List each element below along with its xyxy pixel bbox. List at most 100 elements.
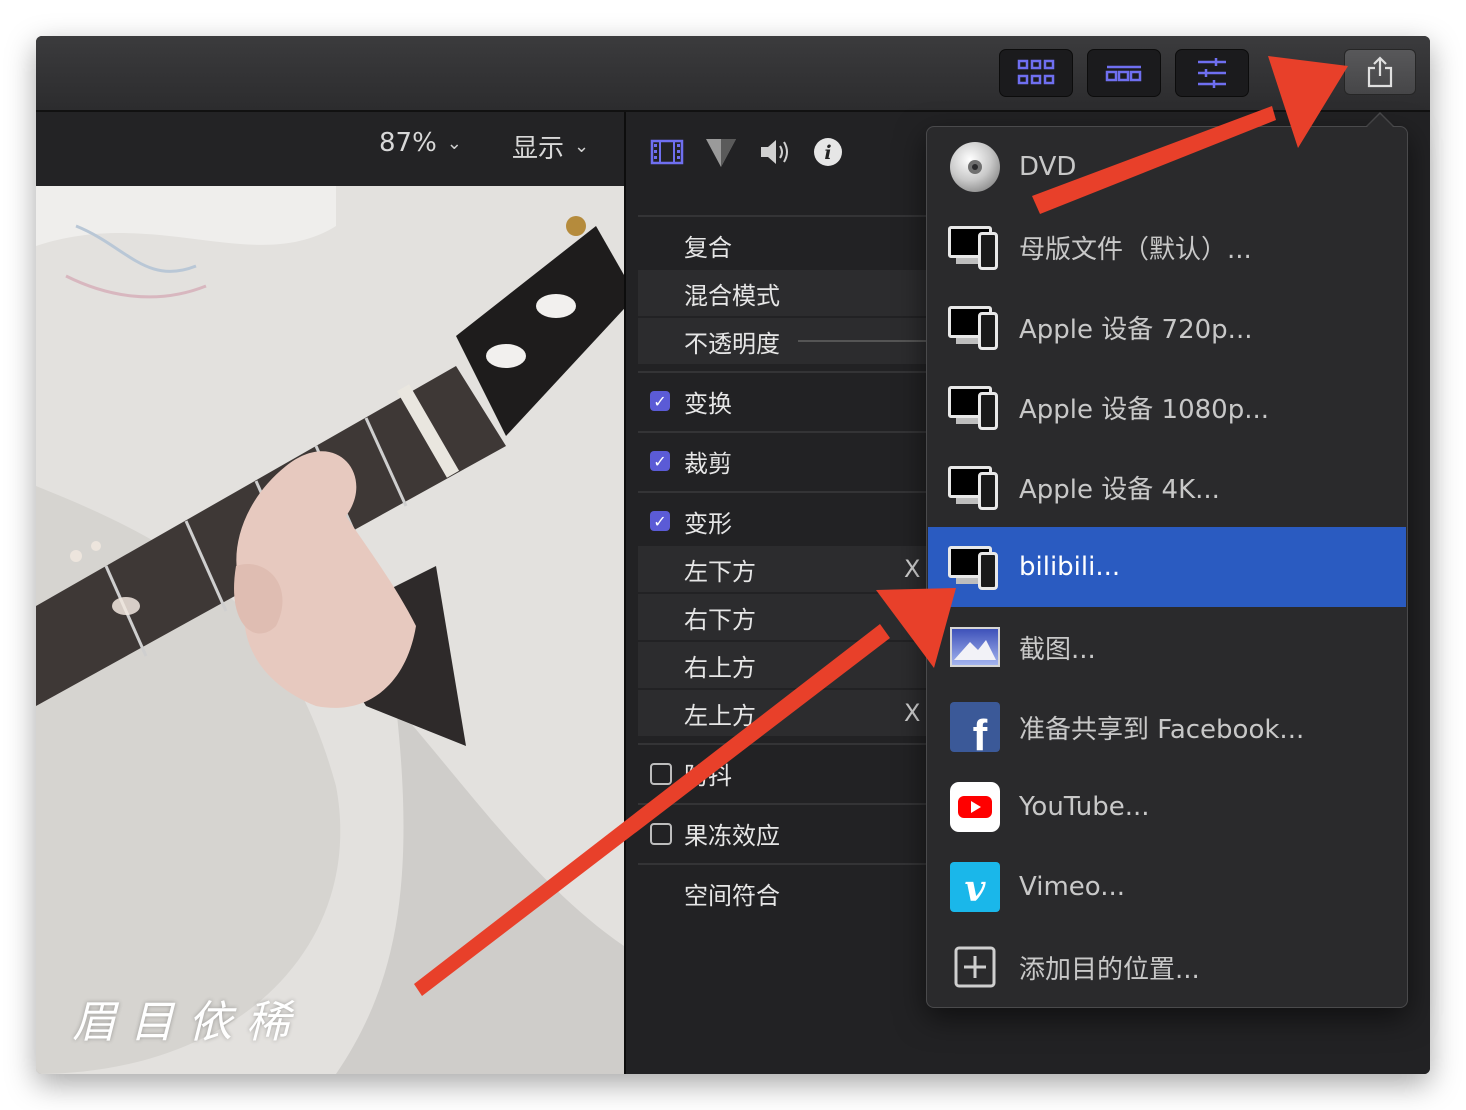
video-inspector-tab-icon[interactable]: [650, 137, 684, 167]
transform-checkbox[interactable]: ✓: [650, 391, 670, 411]
info-inspector-tab-icon[interactable]: i: [812, 136, 844, 168]
blend-mode-row[interactable]: 混合模式: [638, 270, 928, 316]
timeline-toggle-button[interactable]: [1087, 49, 1161, 97]
svg-text:v: v: [965, 868, 987, 910]
share-menu-item-apple-720p[interactable]: Apple 设备 720p...: [928, 287, 1406, 367]
top-left-row[interactable]: 左上方 X: [638, 690, 928, 736]
transform-label: 变换: [684, 389, 732, 418]
share-menu-item-screenshot[interactable]: 截图...: [928, 607, 1406, 687]
svg-text:i: i: [824, 142, 831, 164]
crop-label: 裁剪: [684, 449, 732, 478]
top-left-label: 左上方: [684, 701, 756, 730]
distort-section[interactable]: ✓ 变形: [638, 498, 928, 544]
section-separator: [638, 491, 928, 493]
section-separator: [638, 863, 928, 865]
rolling-shutter-checkbox[interactable]: [650, 823, 672, 845]
bottom-left-row[interactable]: 左下方 X: [638, 546, 928, 592]
bottom-right-x-label: X: [904, 603, 921, 631]
dvd-icon: [948, 140, 1002, 194]
crop-section[interactable]: ✓ 裁剪: [638, 438, 928, 484]
spatial-conform-label: 空间符合: [684, 881, 780, 910]
section-separator: [638, 431, 928, 433]
viewer-video-frame[interactable]: 眉目依稀: [36, 186, 624, 1074]
bottom-right-row[interactable]: 右下方 X: [638, 594, 928, 640]
share-icon: [1367, 56, 1393, 88]
youtube-icon: [948, 780, 1002, 834]
share-menu-item-label: YouTube...: [1019, 792, 1150, 822]
image-icon: [948, 620, 1002, 674]
bottom-left-x-label: X: [904, 555, 921, 583]
share-menu-item-label: Apple 设备 4K...: [1019, 474, 1220, 505]
audio-inspector-tab-icon[interactable]: [758, 137, 792, 167]
composite-section[interactable]: 复合: [638, 222, 928, 268]
share-menu-item-label: 截图...: [1019, 634, 1096, 665]
share-menu-item-label: 准备共享到 Facebook...: [1019, 714, 1305, 745]
blend-mode-label: 混合模式: [684, 281, 780, 310]
distort-checkbox[interactable]: ✓: [650, 511, 670, 531]
popover-notch-fill: [1366, 114, 1394, 128]
crop-checkbox[interactable]: ✓: [650, 451, 670, 471]
top-right-row[interactable]: 右上方: [638, 642, 928, 688]
share-menu-item-apple-4k[interactable]: Apple 设备 4K...: [928, 447, 1406, 527]
spatial-conform-section[interactable]: 空间符合: [638, 870, 928, 916]
bottom-right-label: 右下方: [684, 605, 756, 634]
viewer-header: 87% ⌄ 显示 ⌄: [36, 112, 624, 186]
rolling-shutter-label: 果冻效应: [684, 821, 780, 850]
color-inspector-tab-icon[interactable]: [704, 135, 738, 169]
svg-text:f: f: [973, 711, 988, 754]
share-menu-item-bilibili[interactable]: bilibili...: [928, 527, 1406, 607]
distort-label: 变形: [684, 509, 732, 538]
inspector-tabs: i: [650, 124, 844, 180]
share-menu-item-label: 添加目的位置...: [1019, 954, 1200, 985]
share-button[interactable]: [1344, 49, 1416, 95]
sliders-icon: [1198, 58, 1226, 88]
zoom-popup[interactable]: 87% ⌄: [379, 128, 462, 158]
section-separator: [638, 743, 928, 745]
plus-icon: [948, 940, 1002, 994]
share-menu-item-label: Apple 设备 1080p...: [1019, 394, 1270, 425]
share-menu-item-label: DVD: [1019, 152, 1077, 182]
rolling-shutter-section[interactable]: 果冻效应: [638, 810, 928, 856]
device-icon: [948, 460, 1002, 514]
share-menu-item-apple-1080p[interactable]: Apple 设备 1080p...: [928, 367, 1406, 447]
device-icon: [948, 380, 1002, 434]
share-menu-item-facebook[interactable]: f 准备共享到 Facebook...: [928, 687, 1406, 767]
video-subtitle: 眉目依稀: [72, 997, 304, 1048]
stabilization-checkbox[interactable]: [650, 763, 672, 785]
browser-toggle-button[interactable]: [999, 49, 1073, 97]
facebook-icon: f: [948, 700, 1002, 760]
transform-section[interactable]: ✓ 变换: [638, 378, 928, 424]
vimeo-icon: v: [948, 860, 1002, 914]
video-frame-image: [36, 186, 624, 1074]
zoom-label: 87%: [379, 128, 437, 158]
device-icon: [948, 540, 1002, 594]
view-label: 显示: [512, 134, 565, 164]
share-menu-item-label: Vimeo...: [1019, 872, 1126, 902]
stabilization-section[interactable]: 防抖: [638, 750, 928, 796]
grid-icon: [1017, 59, 1055, 85]
composite-label: 复合: [684, 233, 732, 262]
section-separator: [638, 803, 928, 805]
chevron-down-icon: ⌄: [574, 136, 590, 157]
device-icon: [948, 300, 1002, 354]
top-left-x-label: X: [904, 699, 921, 727]
toolbar: [36, 36, 1430, 112]
stabilization-label: 防抖: [684, 761, 732, 790]
view-popup[interactable]: 显示 ⌄: [512, 128, 589, 165]
share-menu-item-youtube[interactable]: YouTube...: [928, 767, 1406, 847]
opacity-label: 不透明度: [684, 329, 780, 358]
share-menu-item-dvd[interactable]: DVD: [928, 127, 1406, 207]
top-right-label: 右上方: [684, 653, 756, 682]
timeline-icon: [1105, 65, 1142, 82]
share-menu-item-add-destination[interactable]: 添加目的位置...: [928, 927, 1406, 1007]
opacity-row[interactable]: 不透明度: [638, 318, 938, 364]
share-menu-item-label: 母版文件（默认）...: [1019, 234, 1252, 265]
section-separator: [638, 215, 928, 217]
bottom-left-label: 左下方: [684, 557, 756, 586]
device-icon: [948, 220, 1002, 274]
inspector-toggle-button[interactable]: [1175, 49, 1249, 97]
share-menu-item-vimeo[interactable]: v Vimeo...: [928, 847, 1406, 927]
chevron-down-icon: ⌄: [446, 132, 462, 154]
opacity-slider[interactable]: [798, 340, 938, 342]
share-menu-item-master-file[interactable]: 母版文件（默认）...: [928, 207, 1406, 287]
